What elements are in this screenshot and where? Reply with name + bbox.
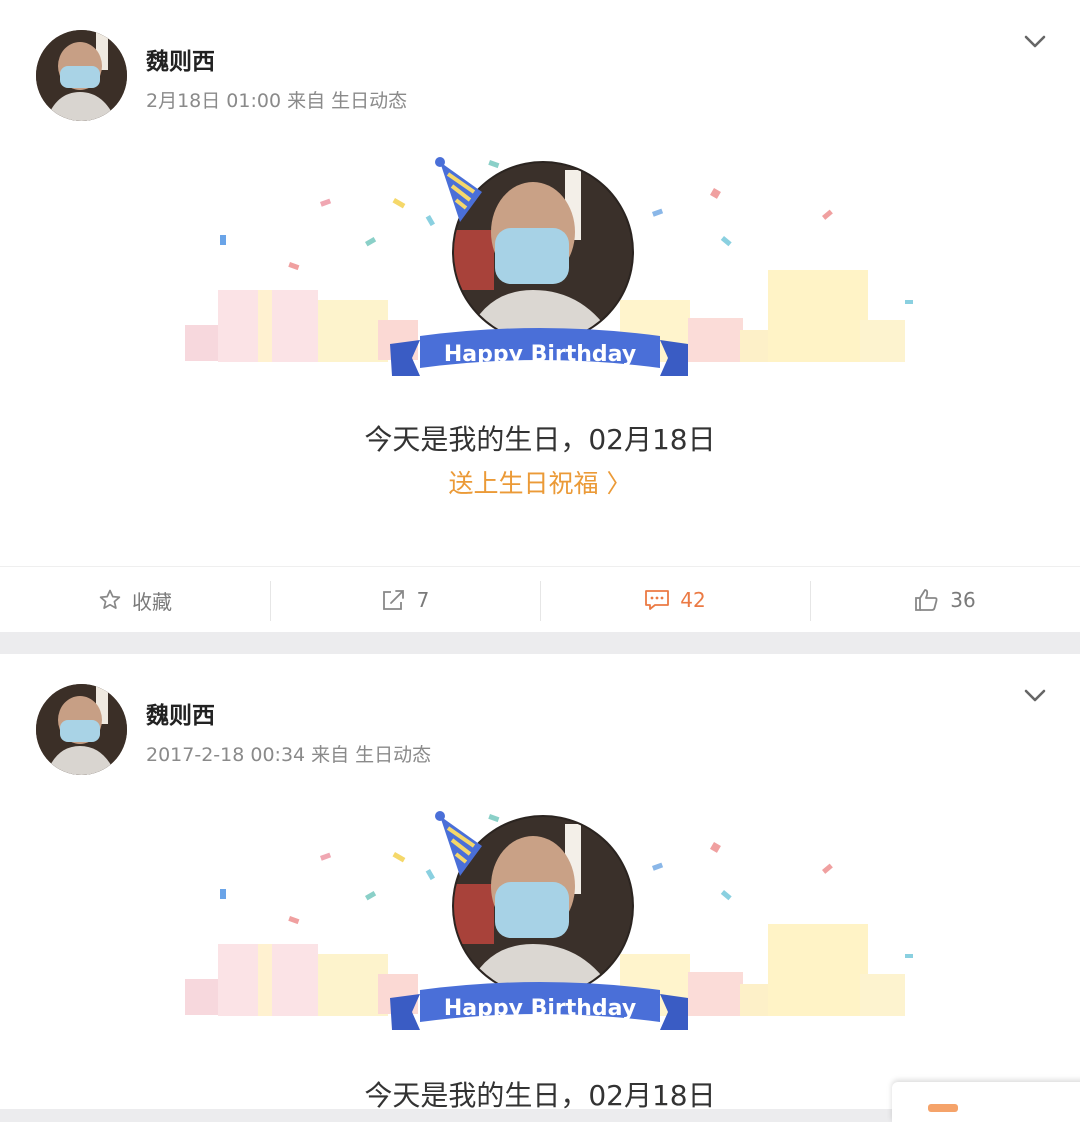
post-time: 2月18日 01:00 (146, 90, 282, 112)
send-wishes-link[interactable]: 送上生日祝福 〉 (0, 464, 1080, 500)
weibo-post-1: 魏则西 2月18日 01:00 来自 生日动态 Happy Birthday 今… (0, 0, 1080, 632)
like-button[interactable]: 36 (810, 567, 1080, 632)
favorite-label: 收藏 (132, 589, 172, 614)
banner-text: Happy Birthday (444, 996, 636, 1021)
chevron-down-icon[interactable] (1020, 26, 1050, 56)
comment-count: 42 (680, 588, 706, 612)
author-name[interactable]: 魏则西 (146, 696, 215, 730)
weibo-post-2: 魏则西 2017-2-18 00:34 来自 生日动态 Happy Birthd… (0, 654, 1080, 1109)
repost-count: 7 (416, 588, 430, 612)
post-meta: 2月18日 01:00 来自 生日动态 (146, 86, 413, 113)
action-bar: 收藏 7 42 36 (0, 566, 1080, 632)
birthday-message: 今天是我的生日，02月18日 (364, 423, 716, 456)
avatar[interactable] (36, 684, 127, 775)
post-source[interactable]: 来自 生日动态 (311, 744, 431, 766)
birthday-card[interactable]: Happy Birthday (0, 140, 1080, 400)
chevron-down-icon[interactable] (1020, 680, 1050, 710)
birthday-card[interactable]: Happy Birthday (0, 794, 1080, 1054)
repost-button[interactable]: 7 (270, 567, 540, 632)
author-name[interactable]: 魏则西 (146, 42, 215, 76)
floating-widget[interactable] (892, 1082, 1080, 1122)
share-icon (382, 590, 404, 610)
post-meta: 2017-2-18 00:34 来自 生日动态 (146, 740, 437, 767)
post-time: 2017-2-18 00:34 (146, 744, 306, 766)
comment-button[interactable]: 42 (540, 567, 810, 632)
thumbs-up-icon (915, 589, 938, 611)
avatar[interactable] (36, 30, 127, 121)
like-count: 36 (950, 588, 976, 612)
star-icon (99, 589, 121, 609)
banner-text: Happy Birthday (444, 342, 636, 367)
post-source[interactable]: 来自 生日动态 (287, 90, 407, 112)
favorite-button[interactable]: 收藏 (0, 567, 270, 632)
comment-icon (645, 590, 670, 610)
